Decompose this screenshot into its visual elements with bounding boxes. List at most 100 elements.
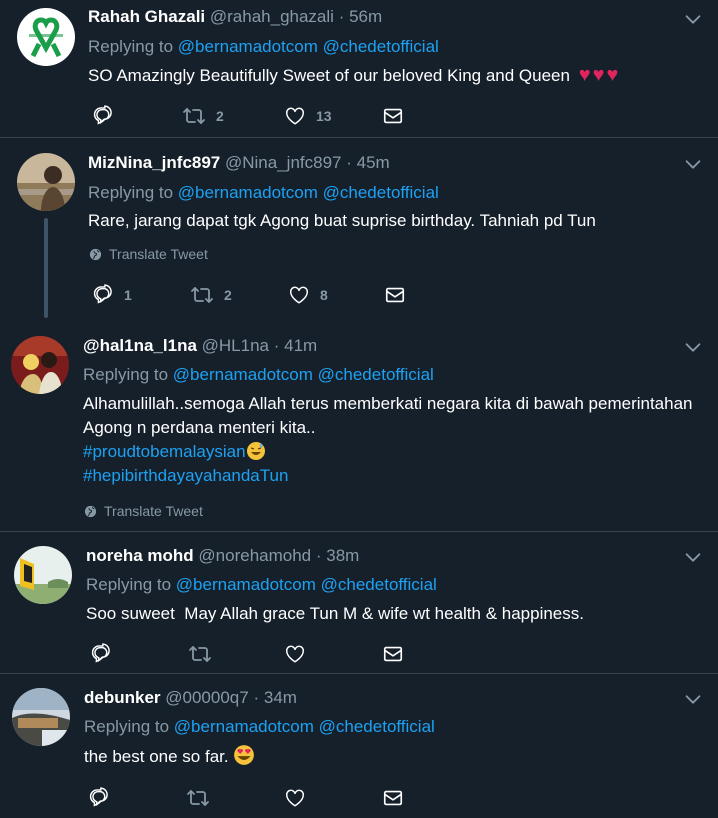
- chevron-down-icon[interactable]: [682, 8, 704, 30]
- display-name[interactable]: debunker: [84, 688, 161, 707]
- chevron-down-icon[interactable]: [682, 336, 704, 358]
- avatar[interactable]: [14, 546, 72, 604]
- retweet-button[interactable]: 2: [182, 104, 284, 128]
- heart-icon: [284, 787, 306, 809]
- envelope-icon: [384, 284, 406, 306]
- thread-line: [44, 218, 48, 318]
- hashtag-text[interactable]: #proudtobemalaysian: [83, 442, 246, 461]
- like-button[interactable]: 13: [284, 105, 382, 127]
- translate-tweet-link[interactable]: Translate Tweet: [83, 503, 203, 519]
- replying-label: Replying to: [88, 37, 174, 56]
- avatar[interactable]: [12, 688, 70, 746]
- tweet[interactable]: Rahah Ghazali @rahah_ghazali · 56m Reply…: [0, 0, 718, 136]
- hashtag-link[interactable]: #hepibirthdayayahandaTun: [83, 464, 713, 488]
- retweet-button[interactable]: [188, 642, 284, 666]
- hashtag-link[interactable]: #proudtobemalaysian: [83, 440, 713, 464]
- separator-dot: ·: [346, 153, 352, 172]
- mention-link[interactable]: @bernamadotcom: [176, 575, 316, 594]
- mention-link[interactable]: @bernamadotcom: [173, 365, 313, 384]
- heart-icon: [288, 284, 310, 306]
- avatar-image: [12, 688, 70, 746]
- retweet-icon: [182, 104, 206, 128]
- chevron-down-icon[interactable]: [682, 688, 704, 710]
- reply-button[interactable]: [90, 643, 188, 665]
- tweet-header: MizNina_jnfc897 @Nina_jnfc897 · 45m: [88, 153, 390, 173]
- user-handle[interactable]: @Nina_jnfc897: [225, 153, 342, 172]
- heart-icon: [284, 643, 306, 665]
- reply-button[interactable]: 1: [92, 284, 190, 306]
- avatar[interactable]: [17, 8, 75, 66]
- separator-dot: ·: [315, 546, 322, 565]
- direct-message-button[interactable]: [382, 787, 404, 809]
- heart-icon: [284, 105, 306, 127]
- direct-message-button[interactable]: [382, 105, 404, 127]
- tweet[interactable]: MizNina_jnfc897 @Nina_jnfc897 · 45m Repl…: [0, 138, 718, 318]
- mention-link[interactable]: @bernamadotcom: [178, 37, 318, 56]
- mention-link[interactable]: @chedetofficial: [323, 183, 439, 202]
- retweet-button[interactable]: 2: [190, 283, 288, 307]
- reply-count: 1: [124, 287, 132, 303]
- direct-message-button[interactable]: [384, 284, 406, 306]
- tweet[interactable]: debunker @00000q7 · 34m Replying to @ber…: [0, 674, 718, 818]
- replying-to: Replying to @bernamadotcom @chedetoffici…: [84, 717, 435, 737]
- display-name[interactable]: @hal1na_l1na: [83, 336, 197, 355]
- avatar-image: [14, 546, 72, 604]
- tweet[interactable]: @hal1na_l1na @HL1na · 41m Replying to @b…: [0, 320, 718, 526]
- replying-to: Replying to @bernamadotcom @chedetoffici…: [86, 575, 437, 595]
- tweet-text: Alhamulillah..semoga Allah terus memberk…: [83, 392, 713, 488]
- retweet-icon: [190, 283, 214, 307]
- replying-label: Replying to: [86, 575, 172, 594]
- replying-label: Replying to: [83, 365, 169, 384]
- reply-button[interactable]: [88, 787, 186, 809]
- tweet-actions: 1 2 8: [92, 283, 406, 307]
- like-button[interactable]: 8: [288, 284, 384, 306]
- mention-link[interactable]: @chedetofficial: [318, 365, 434, 384]
- like-button[interactable]: [284, 643, 382, 665]
- mention-link[interactable]: @chedetofficial: [323, 37, 439, 56]
- timestamp[interactable]: 34m: [264, 688, 297, 707]
- reply-icon: [92, 105, 114, 127]
- tweet[interactable]: noreha mohd @norehamohd · 38m Replying t…: [0, 532, 718, 672]
- mention-link[interactable]: @bernamadotcom: [178, 183, 318, 202]
- user-handle[interactable]: @rahah_ghazali: [210, 7, 334, 26]
- mention-link[interactable]: @chedetofficial: [321, 575, 437, 594]
- like-button[interactable]: [284, 787, 382, 809]
- replying-to: Replying to @bernamadotcom @chedetoffici…: [88, 37, 439, 57]
- chevron-down-icon[interactable]: [682, 153, 704, 175]
- retweet-button[interactable]: [186, 786, 284, 810]
- replying-label: Replying to: [88, 183, 174, 202]
- timestamp[interactable]: 45m: [357, 153, 390, 172]
- reply-button[interactable]: [92, 105, 182, 127]
- avatar-image: [11, 336, 69, 394]
- tweet-body: Alhamulillah..semoga Allah terus memberk…: [83, 394, 693, 437]
- avatar[interactable]: [17, 153, 75, 211]
- display-name[interactable]: MizNina_jnfc897: [88, 153, 220, 172]
- user-handle[interactable]: @00000q7: [165, 688, 248, 707]
- retweet-count: 2: [216, 108, 224, 124]
- timestamp[interactable]: 41m: [284, 336, 317, 355]
- timestamp[interactable]: 56m: [349, 7, 382, 26]
- display-name[interactable]: noreha mohd: [86, 546, 194, 565]
- user-handle[interactable]: @HL1na: [202, 336, 269, 355]
- like-count: 13: [316, 108, 332, 124]
- direct-message-button[interactable]: [382, 643, 404, 665]
- display-name[interactable]: Rahah Ghazali: [88, 7, 205, 26]
- tweet-header: debunker @00000q7 · 34m: [84, 688, 297, 708]
- translate-label: Translate Tweet: [109, 246, 208, 262]
- tweet-text: Soo suweet May Allah grace Tun M & wife …: [86, 602, 706, 626]
- reply-icon: [90, 643, 112, 665]
- tweet-text: the best one so far.: [84, 744, 704, 769]
- reply-icon: [88, 787, 110, 809]
- retweet-count: 2: [224, 287, 232, 303]
- tweet-body: SO Amazingly Beautifully Sweet of our be…: [88, 66, 570, 85]
- user-handle[interactable]: @norehamohd: [198, 546, 311, 565]
- retweet-icon: [188, 642, 212, 666]
- mention-link[interactable]: @chedetofficial: [319, 717, 435, 736]
- avatar[interactable]: [11, 336, 69, 394]
- tweet-actions: 2 13: [92, 104, 404, 128]
- chevron-down-icon[interactable]: [682, 546, 704, 568]
- tweet-actions: [90, 642, 404, 666]
- mention-link[interactable]: @bernamadotcom: [174, 717, 314, 736]
- translate-tweet-link[interactable]: Translate Tweet: [88, 246, 208, 262]
- timestamp[interactable]: 38m: [326, 546, 359, 565]
